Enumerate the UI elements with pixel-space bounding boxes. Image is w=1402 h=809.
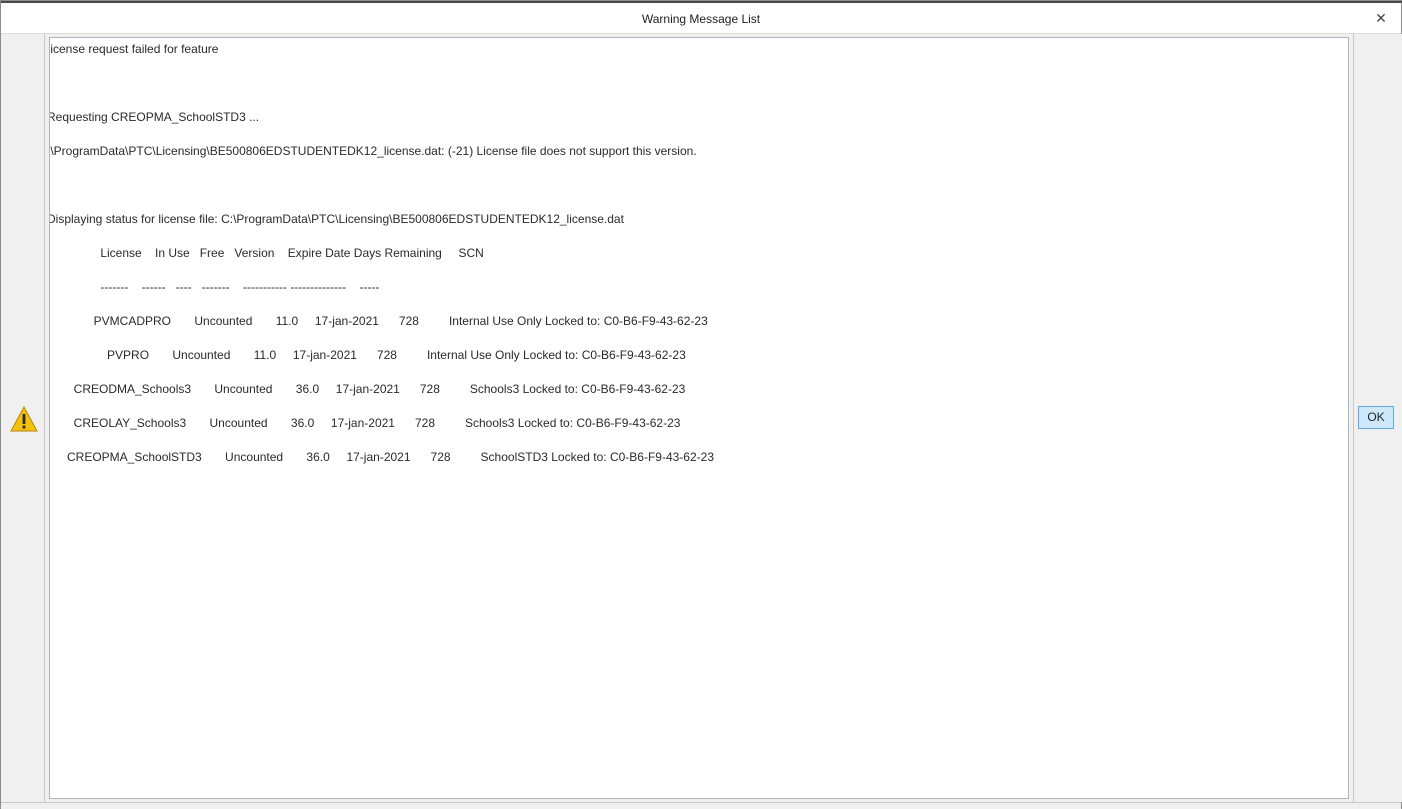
warning-triangle-icon (10, 406, 38, 432)
warning-message-list-dialog: Warning Message List ✕ .icense request f… (0, 0, 1402, 809)
license-table-separator: ------- ------ ---- ------- ----------- … (49, 280, 380, 294)
dialog-title: Warning Message List (641, 12, 761, 26)
license-table-row: CREODMA_Schools3 Uncounted 36.0 17-jan-2… (49, 382, 686, 396)
license-table-row: CREOLAY_Schools3 Uncounted 36.0 17-jan-2… (49, 416, 681, 430)
license-table-row: PVMCADPRO Uncounted 11.0 17-jan-2021 728… (49, 314, 708, 328)
message-line: .icense request failed for feature (49, 42, 219, 56)
message-list[interactable]: .icense request failed for feature Reque… (49, 37, 1349, 799)
close-icon[interactable]: ✕ (1373, 8, 1389, 28)
license-table-header: License In Use Free Version Expire Date … (49, 246, 484, 260)
message-line: Requesting CREOPMA_SchoolSTD3 ... (49, 110, 260, 124)
ok-button[interactable]: OK (1358, 406, 1394, 429)
message-line: Displaying status for license file: C:\P… (49, 212, 624, 226)
license-table-row: CREOPMA_SchoolSTD3 Uncounted 36.0 17-jan… (49, 450, 714, 464)
title-bar[interactable]: Warning Message List ✕ (1, 3, 1401, 34)
window-bottom-edge (1, 802, 1401, 809)
license-table-row: PVPRO Uncounted 11.0 17-jan-2021 728 Int… (49, 348, 686, 362)
message-line: :\ProgramData\PTC\Licensing\BE500806EDST… (49, 144, 697, 158)
